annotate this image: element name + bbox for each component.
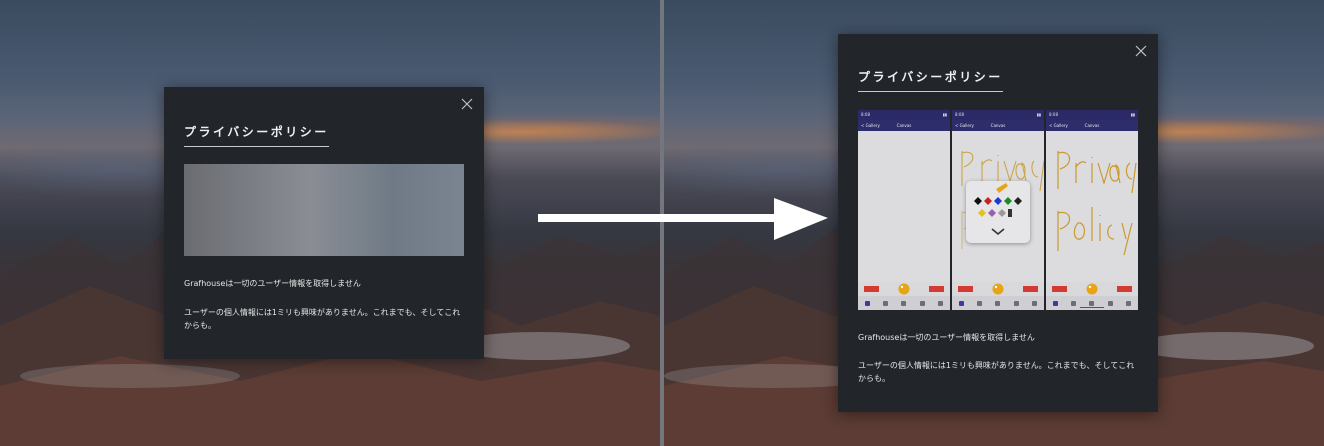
tab-icon (864, 300, 870, 306)
modal-title: プライバシーポリシー (184, 123, 329, 147)
app-screenshot: 8:08 ▮▮ < Gallery Canvas (952, 110, 1044, 310)
color-palette (974, 183, 1022, 236)
back-button: < Gallery (1049, 123, 1068, 128)
tab-icon (977, 300, 983, 306)
policy-text-2: ユーザーの個人情報には1ミリも興味がありません。これまでも、そしてこれからも。 (184, 308, 461, 330)
close-icon[interactable] (1134, 44, 1148, 58)
status-time: 8:08 (955, 112, 964, 117)
palette-icon (1086, 283, 1098, 295)
status-bar: 8:08 ▮▮ (952, 110, 1044, 120)
nav-title: Canvas (896, 123, 912, 128)
tab-icon (1126, 300, 1132, 306)
tab-icon (1107, 300, 1113, 306)
right-arrow-icon (538, 198, 828, 240)
policy-text-2: ユーザーの個人情報には1ミリも興味がありません。これまでも、そしてこれからも。 (858, 361, 1135, 383)
toolbar-button-right (1117, 286, 1132, 292)
drawing-canvas (952, 131, 1044, 282)
canvas-toolbar (858, 282, 950, 296)
tab-icon (995, 300, 1001, 306)
status-bar: 8:08 ▮▮ (1046, 110, 1138, 120)
canvas-toolbar (952, 282, 1044, 296)
modal-title: プライバシーポリシー (858, 68, 1003, 92)
tab-icon (1052, 300, 1058, 306)
status-bar: 8:08 ▮▮ (858, 110, 950, 120)
privacy-policy-modal-after: プライバシーポリシー 8:08 ▮▮ < Gallery Canvas 8:08… (838, 34, 1158, 412)
toolbar-button-right (929, 286, 944, 292)
nav-title: Canvas (1084, 123, 1100, 128)
toolbar-button-left (958, 286, 973, 292)
policy-text-1: Grafhouseは一切のユーザー情報を取得しません (858, 333, 1035, 342)
tab-icon (919, 300, 925, 306)
tab-icon (938, 300, 944, 306)
policy-text-1: Grafhouseは一切のユーザー情報を取得しません (184, 279, 361, 288)
palette-icon (992, 283, 1004, 295)
nav-title: Canvas (990, 123, 1006, 128)
tab-icon (883, 300, 889, 306)
tab-bar (952, 296, 1044, 310)
handwriting-drawing (1057, 151, 1137, 256)
close-icon[interactable] (460, 97, 474, 111)
battery-icon: ▮▮ (1036, 112, 1041, 117)
app-screenshots: 8:08 ▮▮ < Gallery Canvas 8:08 ▮▮ < Galle… (858, 110, 1138, 310)
palette-icon (898, 283, 910, 295)
back-button: < Gallery (955, 123, 974, 128)
color-picker-popup (966, 181, 1030, 243)
toolbar-button-left (864, 286, 879, 292)
tab-icon (901, 300, 907, 306)
tab-icon (1089, 300, 1095, 306)
nav-bar: < Gallery Canvas (858, 120, 950, 131)
tab-icon (1013, 300, 1019, 306)
nav-bar: < Gallery Canvas (1046, 120, 1138, 131)
status-time: 8:08 (1049, 112, 1058, 117)
status-time: 8:08 (861, 112, 870, 117)
privacy-policy-modal-before: プライバシーポリシー Grafhouseは一切のユーザー情報を取得しません ユー… (164, 87, 484, 359)
app-screenshot: 8:08 ▮▮ < Gallery Canvas (1046, 110, 1138, 310)
battery-icon: ▮▮ (1130, 112, 1135, 117)
home-indicator (1080, 307, 1104, 308)
toolbar-button-left (1052, 286, 1067, 292)
back-button: < Gallery (861, 123, 880, 128)
canvas-toolbar (1046, 282, 1138, 296)
image-placeholder (184, 164, 464, 256)
drawing-canvas (858, 131, 950, 282)
tab-bar (858, 296, 950, 310)
tab-icon (958, 300, 964, 306)
app-screenshot: 8:08 ▮▮ < Gallery Canvas (858, 110, 950, 310)
tab-icon (1032, 300, 1038, 306)
drawing-canvas (1046, 131, 1138, 282)
toolbar-button-right (1023, 286, 1038, 292)
tab-icon (1071, 300, 1077, 306)
nav-bar: < Gallery Canvas (952, 120, 1044, 131)
battery-icon: ▮▮ (942, 112, 947, 117)
